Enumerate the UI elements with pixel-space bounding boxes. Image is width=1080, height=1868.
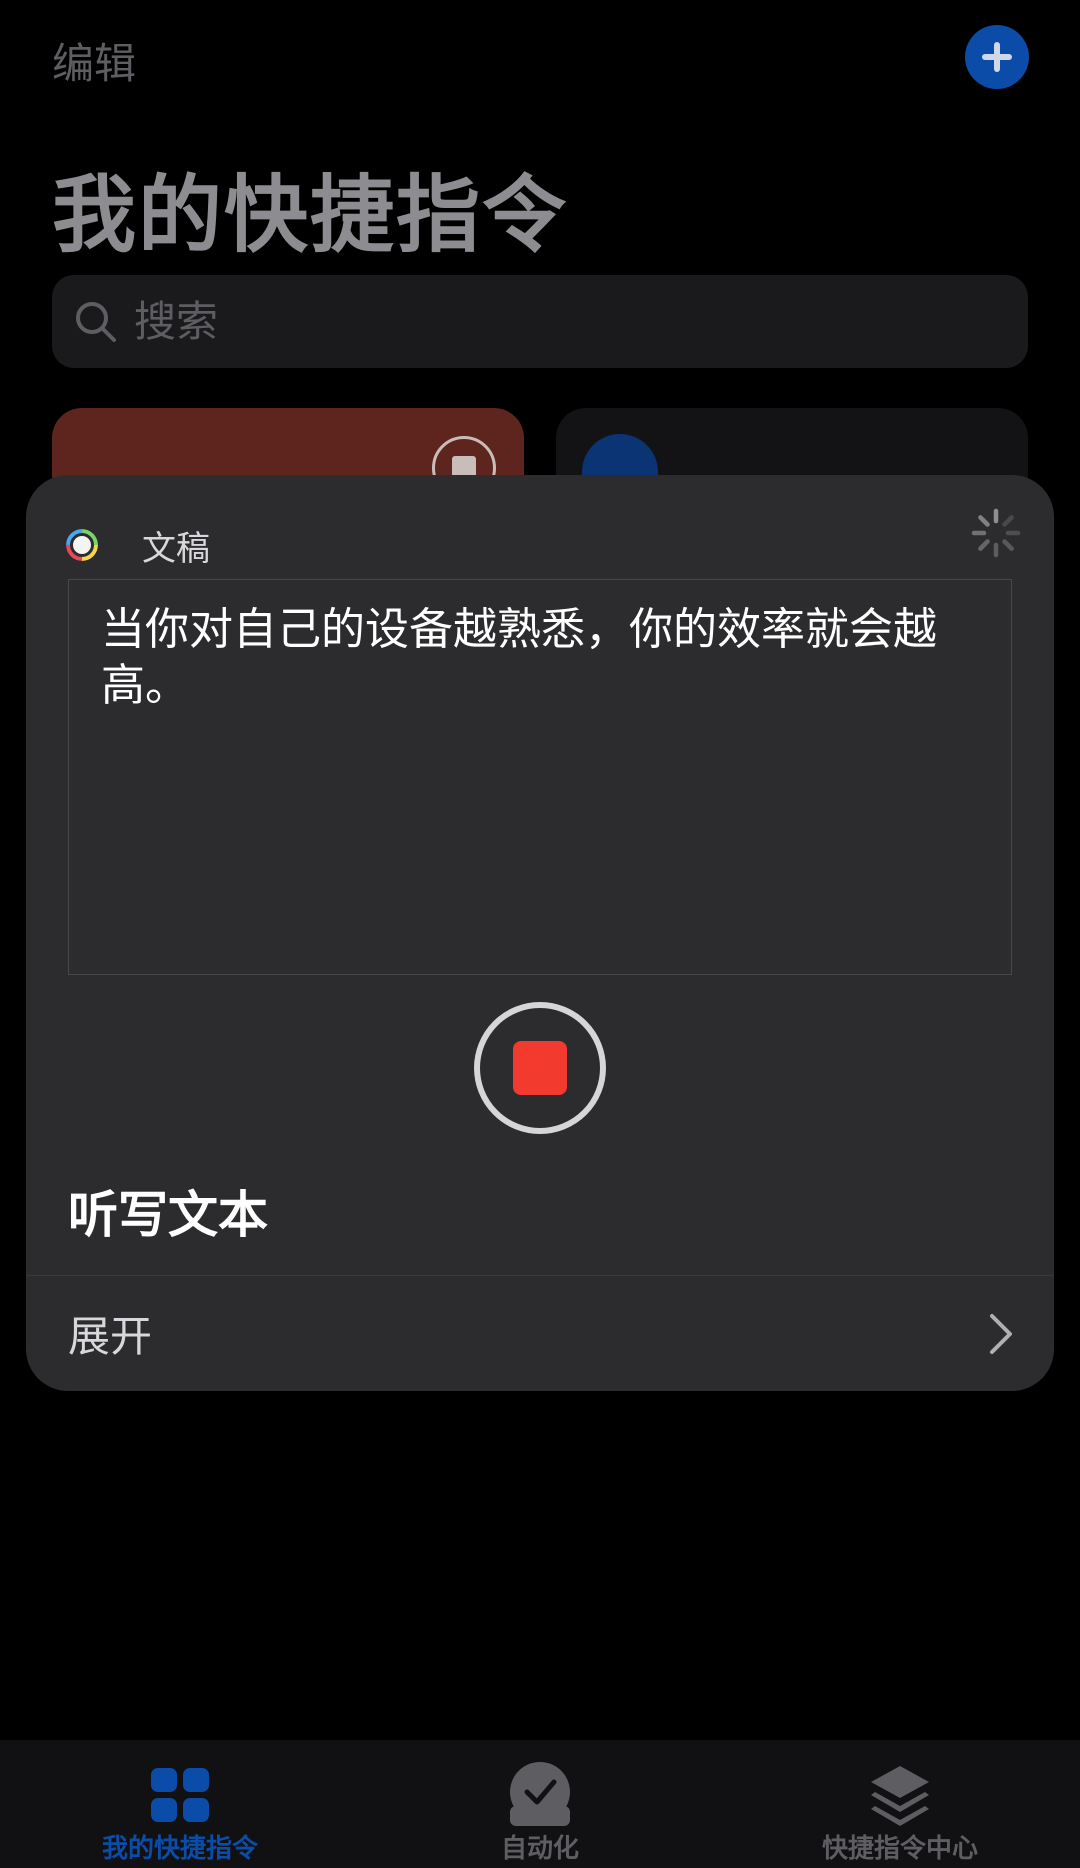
- edit-button[interactable]: 编辑: [52, 30, 136, 91]
- stop-recording-button[interactable]: [474, 1002, 606, 1134]
- plus-icon: [982, 42, 1012, 72]
- tab-automation[interactable]: 自动化: [360, 1740, 720, 1868]
- grid-icon: [151, 1768, 209, 1822]
- tab-label: 自动化: [500, 1834, 579, 1864]
- transcript-text-area[interactable]: 当你对自己的设备越熟悉，你的效率就会越高。: [68, 579, 1012, 975]
- stop-icon: [513, 1041, 567, 1095]
- tab-gallery[interactable]: 快捷指令中心: [720, 1740, 1080, 1868]
- loading-spinner-icon: [971, 508, 1021, 558]
- tab-my-shortcuts[interactable]: 我的快捷指令: [0, 1740, 360, 1868]
- expand-button[interactable]: 展开: [26, 1276, 1054, 1391]
- card-header: 文稿: [66, 515, 210, 575]
- expand-label: 展开: [68, 1312, 153, 1361]
- add-shortcut-button[interactable]: [965, 25, 1029, 89]
- tab-bar: 我的快捷指令 自动化 快捷指令中心: [0, 1740, 1080, 1868]
- dictation-card: 文稿 当你对自己的设备越熟悉，你的效率就会越高。 听写文本 展开: [26, 475, 1054, 1391]
- gallery-layers-icon: [871, 1766, 929, 1826]
- search-icon: [76, 301, 116, 342]
- tab-label: 我的快捷指令: [101, 1834, 258, 1864]
- search-bar[interactable]: [52, 275, 1028, 368]
- card-app-name: 文稿: [142, 528, 210, 569]
- action-title: 听写文本: [68, 1186, 268, 1244]
- tab-label: 快捷指令中心: [821, 1834, 978, 1864]
- search-input[interactable]: [132, 296, 996, 347]
- automation-check-icon: [510, 1762, 570, 1826]
- page-title: 我的快捷指令: [52, 166, 569, 264]
- documents-app-icon: [66, 529, 98, 561]
- chevron-right-icon: [990, 1314, 1012, 1354]
